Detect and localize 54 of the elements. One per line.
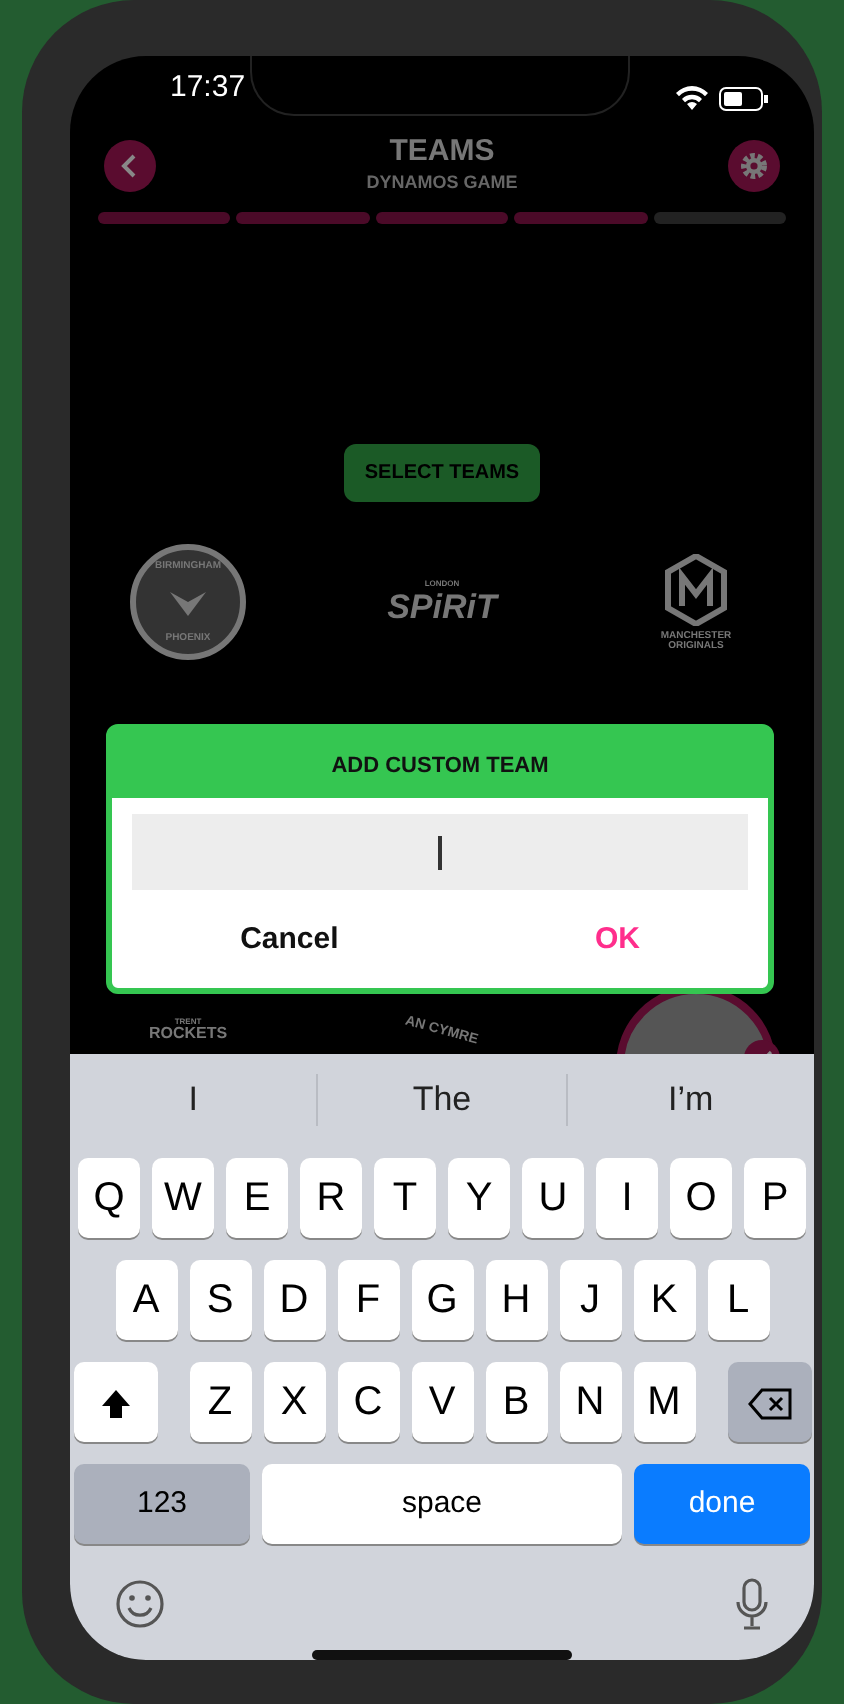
keyboard-key[interactable]: R	[300, 1158, 362, 1238]
keyboard-key[interactable]: F	[337, 1260, 399, 1340]
space-key[interactable]: space	[262, 1464, 622, 1544]
backspace-icon	[747, 1387, 791, 1420]
backspace-key[interactable]	[727, 1362, 811, 1442]
keyboard-key[interactable]: U	[522, 1158, 584, 1238]
keyboard-key[interactable]: P	[744, 1158, 806, 1238]
settings-icon	[737, 150, 770, 183]
emoji-icon[interactable]	[114, 1578, 166, 1630]
shift-icon	[99, 1387, 131, 1420]
cancel-button[interactable]: Cancel	[112, 906, 467, 976]
team-name: SPiRiT	[387, 589, 497, 625]
keyboard-key[interactable]: Q	[78, 1158, 140, 1238]
settings-button[interactable]	[727, 140, 780, 193]
status-time: 17:37	[170, 68, 246, 109]
done-key[interactable]: done	[634, 1464, 810, 1544]
screen-title: TEAMS	[387, 135, 497, 166]
keyboard-key[interactable]: E	[226, 1158, 288, 1238]
battery-icon	[718, 85, 770, 112]
screen-subtitle: DYNAMOS GAME	[366, 169, 518, 196]
keyboard-key[interactable]: T	[374, 1158, 436, 1238]
hexagon-logo-icon	[664, 553, 728, 626]
team-name-input[interactable]	[132, 814, 748, 891]
keyboard-key[interactable]: L	[707, 1260, 769, 1340]
keyboard-key[interactable]: X	[263, 1362, 325, 1442]
keyboard-key[interactable]: H	[485, 1260, 547, 1340]
suggestion[interactable]: The	[316, 1074, 566, 1126]
wifi-icon	[674, 85, 710, 112]
keyboard-key[interactable]: J	[559, 1260, 621, 1340]
suggestion[interactable]: I	[70, 1074, 317, 1126]
keyboard-key[interactable]: W	[152, 1158, 214, 1238]
keyboard-key[interactable]: K	[633, 1260, 695, 1340]
keyboard-key[interactable]: A	[115, 1260, 177, 1340]
team-name: ROCKETS	[148, 1026, 228, 1044]
suggestion[interactable]: I’m	[565, 1074, 814, 1126]
keyboard-key[interactable]: I	[596, 1158, 658, 1238]
bird-icon	[168, 589, 208, 618]
dialog-title: ADD CUSTOM TEAM	[112, 729, 768, 799]
numbers-key[interactable]: 123	[74, 1464, 250, 1544]
back-button[interactable]	[104, 140, 156, 193]
keyboard-key[interactable]: C	[337, 1362, 399, 1442]
keyboard-key[interactable]: Z	[189, 1362, 251, 1442]
keyboard-key[interactable]: O	[670, 1158, 732, 1238]
keyboard-key[interactable]: Y	[448, 1158, 510, 1238]
keyboard-key[interactable]: N	[559, 1362, 621, 1442]
keyboard-key[interactable]: G	[411, 1260, 473, 1340]
keyboard-key[interactable]: D	[263, 1260, 325, 1340]
keyboard-key[interactable]: M	[633, 1362, 695, 1442]
text-cursor	[438, 835, 442, 870]
keyboard-key[interactable]: S	[189, 1260, 251, 1340]
keyboard-key[interactable]: B	[485, 1362, 547, 1442]
shift-key[interactable]	[73, 1362, 157, 1442]
keyboard-key[interactable]: V	[411, 1362, 473, 1442]
microphone-icon[interactable]	[734, 1578, 770, 1630]
